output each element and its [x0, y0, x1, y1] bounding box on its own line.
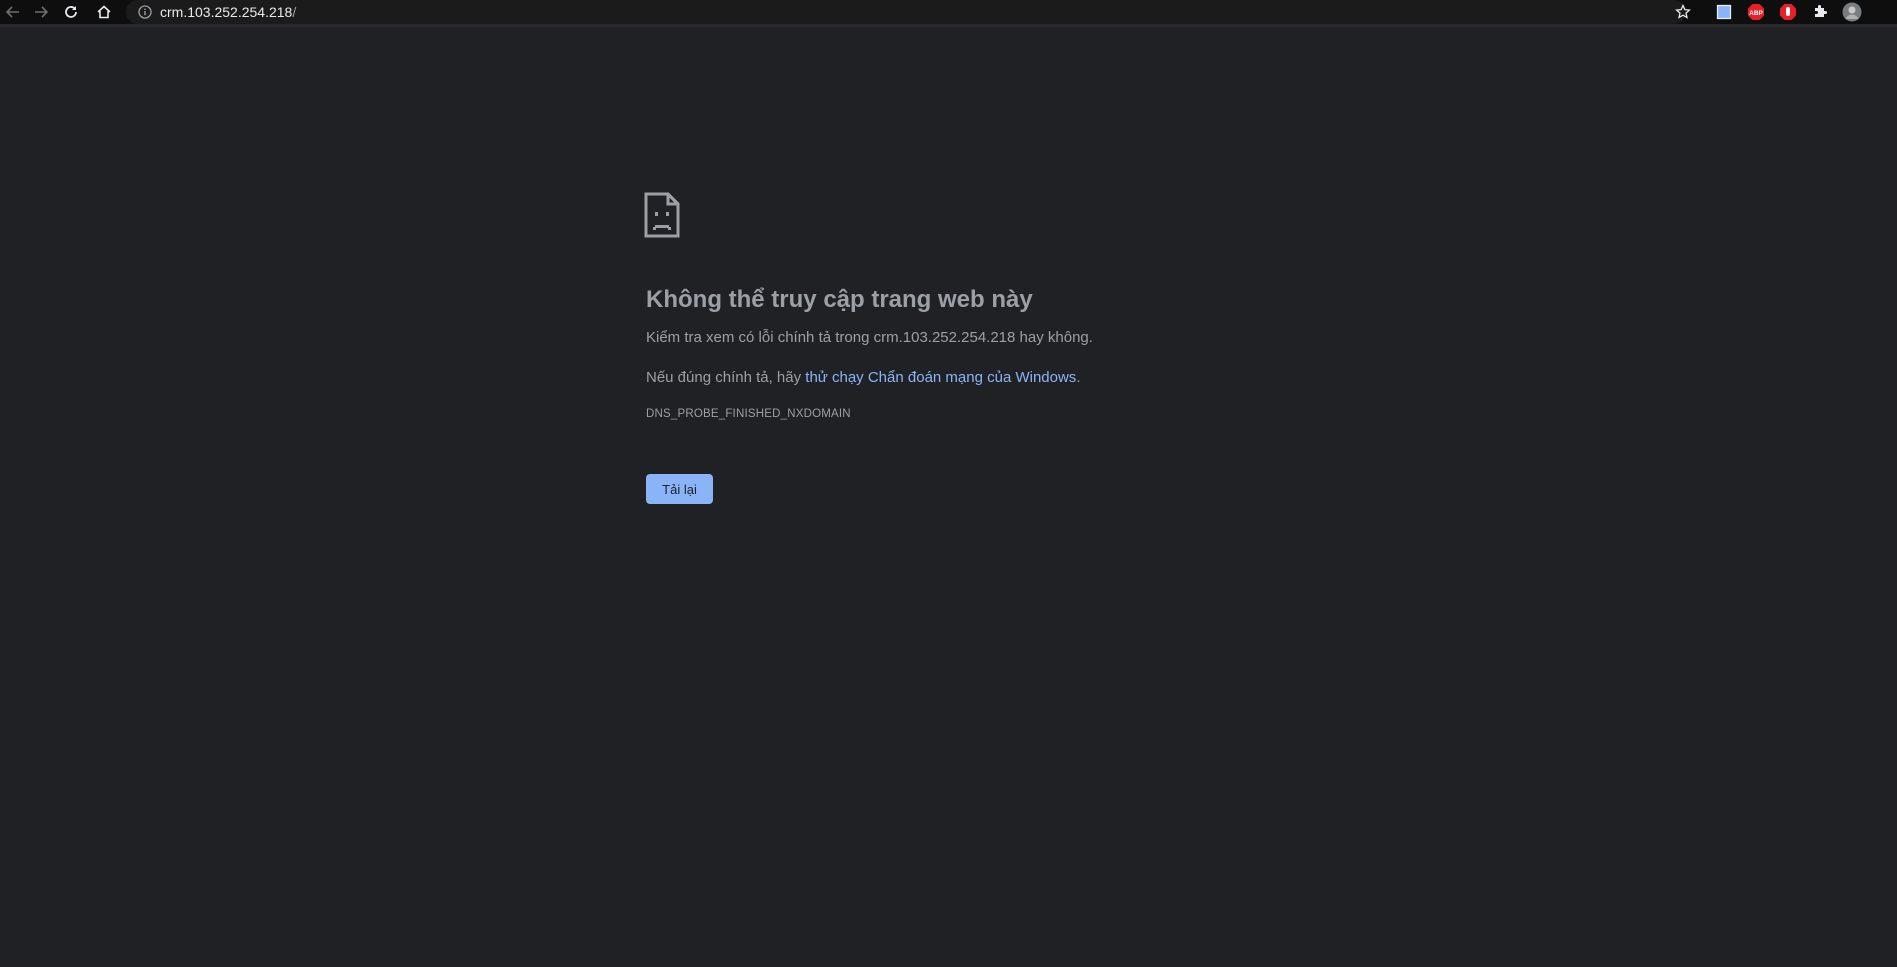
bookmark-star-button[interactable]: [1673, 2, 1693, 22]
back-button[interactable]: [2, 0, 24, 24]
diagnostics-hint-prefix: Nếu đúng chính tả, hãy: [646, 369, 806, 386]
reload-button[interactable]: [60, 0, 82, 24]
error-code: DNS_PROBE_FINISHED_NXDOMAIN: [646, 408, 851, 420]
reload-icon: [65, 6, 77, 18]
browser-toolbar: crm.103.252.254.218/ ABP: [0, 0, 1897, 27]
windows-diagnostics-link[interactable]: thử chạy Chẩn đoán mạng của Windows: [805, 369, 1076, 386]
home-icon: [97, 5, 111, 19]
forward-button[interactable]: [30, 0, 52, 24]
spelling-hint: Kiểm tra xem có lỗi chính tả trong crm.1…: [646, 329, 1093, 346]
diagnostics-hint-suffix: .: [1076, 369, 1081, 386]
profile-button[interactable]: [1842, 2, 1862, 22]
profile-avatar: [1842, 2, 1862, 22]
site-info-button[interactable]: [136, 3, 154, 21]
url-path: /: [292, 4, 297, 20]
star-icon: [1675, 4, 1691, 19]
adblock-plus-icon: ABP: [1748, 4, 1764, 20]
adblock-plus-button[interactable]: ABP: [1746, 2, 1766, 22]
extensions-menu-button[interactable]: [1810, 2, 1830, 22]
svg-text:ABP: ABP: [1749, 10, 1763, 17]
reload-page-button[interactable]: Tải lại: [646, 474, 713, 504]
stop-hand-extension-icon: [1780, 4, 1796, 20]
url-text[interactable]: crm.103.252.254.218/: [160, 4, 296, 20]
puzzle-extensions-icon: [1815, 5, 1827, 17]
sad-page-icon: [644, 192, 680, 238]
url-host: crm.103.252.254.218: [160, 4, 293, 20]
home-button[interactable]: [93, 0, 115, 24]
address-bar[interactable]: crm.103.252.254.218/: [126, 0, 1686, 24]
blue-square-extension-icon: [1716, 4, 1732, 20]
stop-hand-extension-button[interactable]: [1778, 2, 1798, 22]
blue-square-extension-button[interactable]: [1714, 2, 1734, 22]
error-content: Không thể truy cập trang web này Kiểm tr…: [644, 192, 1266, 504]
error-title: Không thể truy cập trang web này: [646, 286, 1033, 313]
back-arrow-icon: [5, 6, 19, 18]
diagnostics-hint: Nếu đúng chính tả, hãy thử chạy Chẩn đoá…: [646, 368, 1266, 388]
info-icon: [138, 5, 152, 19]
forward-arrow-icon: [35, 6, 49, 18]
